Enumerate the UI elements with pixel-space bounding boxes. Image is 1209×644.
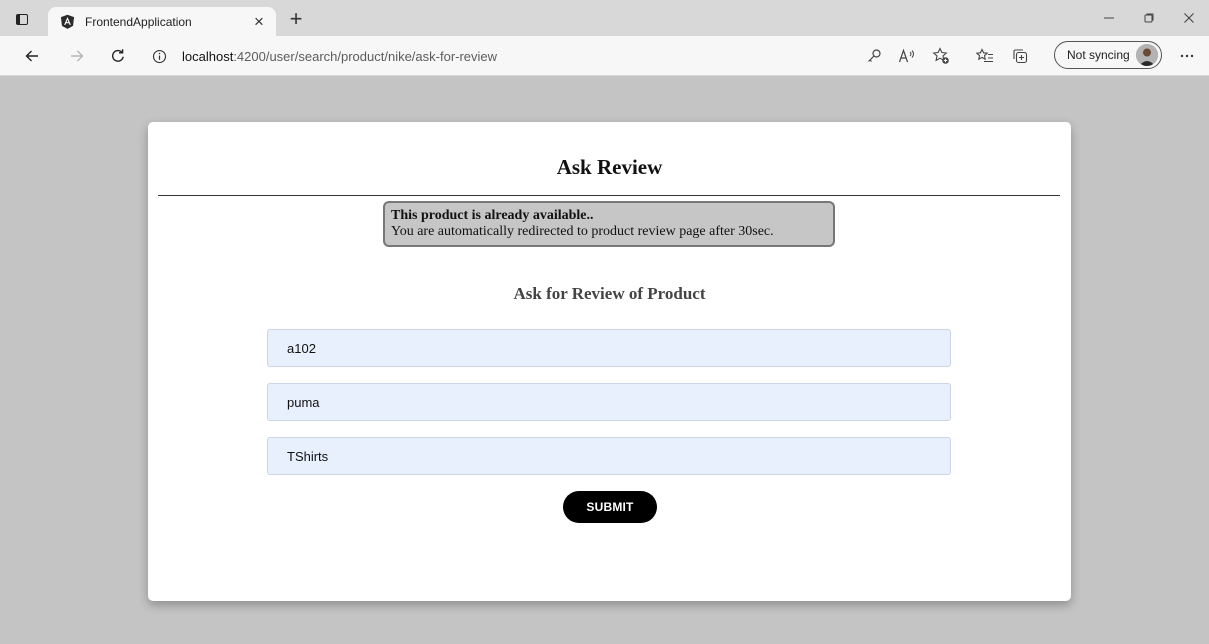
- page-title: Ask Review: [556, 155, 663, 179]
- back-icon[interactable]: [18, 42, 46, 70]
- read-aloud-icon[interactable]: [893, 42, 921, 70]
- tab-title: FrontendApplication: [85, 14, 192, 29]
- info-alert: This product is already available.. You …: [383, 201, 835, 247]
- browser-toolbar: localhost:4200/user/search/product/nike/…: [0, 36, 1209, 76]
- title-divider: [158, 195, 1060, 196]
- forward-icon[interactable]: [63, 42, 91, 70]
- address-bar[interactable]: localhost:4200/user/search/product/nike/…: [146, 41, 842, 71]
- key-icon[interactable]: [860, 42, 888, 70]
- new-tab-icon[interactable]: +: [284, 8, 308, 32]
- alert-message: You are automatically redirected to prod…: [391, 224, 774, 239]
- address-host: localhost: [182, 48, 234, 64]
- category-input[interactable]: [267, 437, 951, 475]
- address-path: :4200/user/search/product/nike/ask-for-r…: [233, 48, 498, 64]
- alert-title: This product is already available..: [391, 208, 594, 223]
- ask-review-card: Ask Review This product is already avail…: [148, 122, 1071, 601]
- restore-icon[interactable]: [1129, 0, 1169, 36]
- refresh-icon[interactable]: [104, 42, 132, 70]
- browser-tab[interactable]: FrontendApplication ×: [48, 7, 276, 36]
- close-window-icon[interactable]: [1169, 0, 1209, 36]
- profile-avatar-icon: [1136, 44, 1158, 66]
- collections-icon[interactable]: [1006, 42, 1034, 70]
- product-id-input[interactable]: [267, 329, 951, 367]
- tab-close-icon[interactable]: ×: [248, 11, 270, 33]
- favorites-icon[interactable]: [971, 42, 999, 70]
- form-title: Ask for Review of Product: [513, 284, 706, 303]
- more-icon[interactable]: [1173, 42, 1201, 70]
- window-controls: [1089, 0, 1209, 36]
- browser-titlebar: FrontendApplication × +: [0, 0, 1209, 36]
- angular-favicon-icon: [60, 14, 75, 29]
- sync-status-label: Not syncing: [1067, 48, 1130, 62]
- minimize-icon[interactable]: [1089, 0, 1129, 36]
- sync-profile-button[interactable]: Not syncing: [1054, 41, 1162, 69]
- add-favorite-icon[interactable]: [927, 42, 955, 70]
- submit-button[interactable]: SUBMIT: [563, 491, 657, 523]
- tab-actions-icon[interactable]: [10, 9, 34, 29]
- brand-input[interactable]: [267, 383, 951, 421]
- site-info-icon[interactable]: [146, 43, 172, 69]
